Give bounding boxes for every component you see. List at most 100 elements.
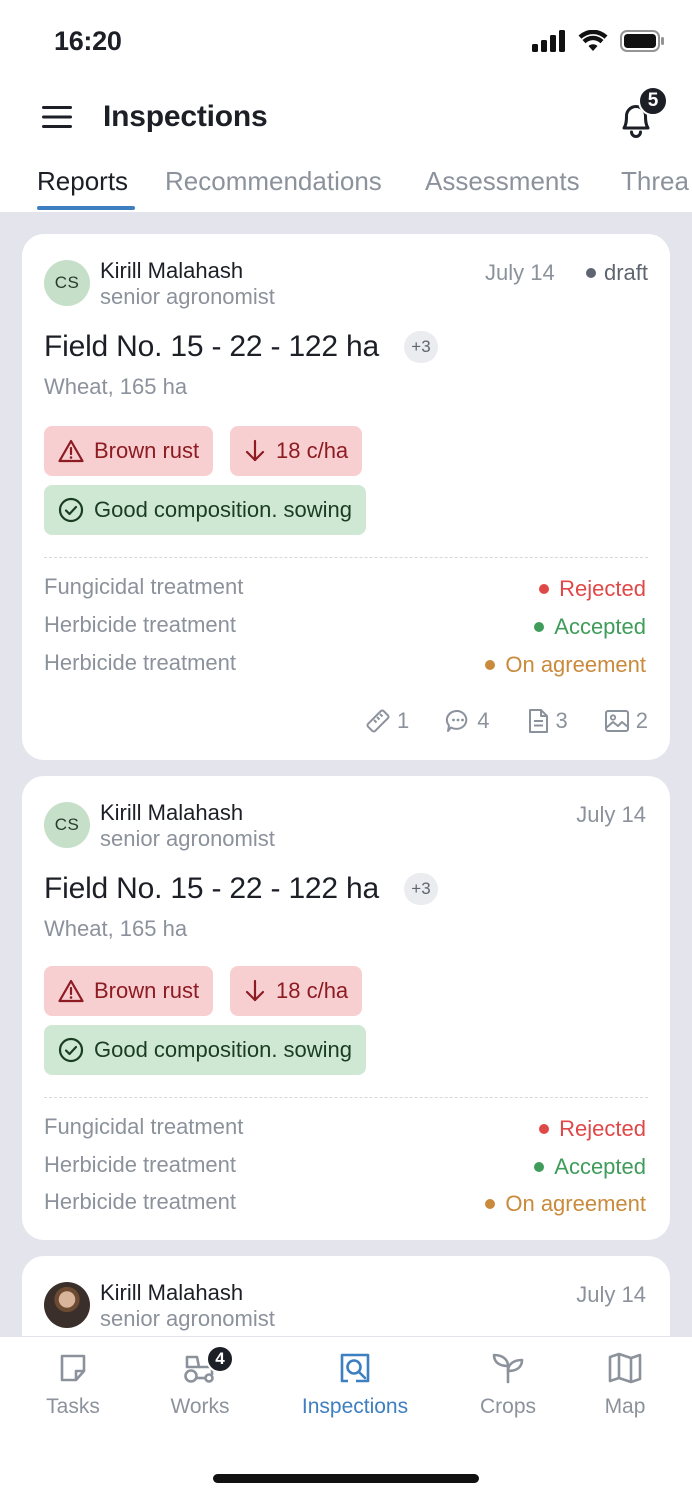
report-card[interactable]: CS Kirill Malahash senior agronomist Jul… xyxy=(22,776,670,1240)
avatar: CS xyxy=(44,802,90,848)
author-role: senior agronomist xyxy=(100,1306,275,1331)
treatment-label: Herbicide treatment xyxy=(44,1189,236,1214)
treatment-status-accepted: Accepted xyxy=(534,1154,646,1180)
tab-threats[interactable]: Threa xyxy=(621,166,689,197)
status-dot xyxy=(485,660,496,670)
documents-count-value: 3 xyxy=(555,708,568,733)
divider xyxy=(44,557,648,558)
works-count-badge: 4 xyxy=(206,1345,234,1373)
nav-inspections[interactable]: Inspections xyxy=(295,1351,415,1419)
check-circle-icon xyxy=(58,497,84,523)
arrow-down-icon xyxy=(245,979,265,1002)
sprout-icon xyxy=(492,1353,524,1384)
comments-count[interactable]: 4 xyxy=(445,708,490,734)
images-count-value: 2 xyxy=(635,708,648,733)
nav-works[interactable]: Works 4 xyxy=(140,1345,260,1419)
hamburger-menu-icon xyxy=(42,106,72,128)
report-card[interactable]: Kirill Malahash senior agronomist July 1… xyxy=(22,1256,670,1336)
reports-feed[interactable]: CS Kirill Malahash senior agronomist Jul… xyxy=(0,212,692,1336)
documents-count[interactable]: 3 xyxy=(526,708,568,734)
app-header: Inspections xyxy=(0,84,692,160)
inspection-search-icon xyxy=(340,1353,370,1383)
wifi-icon xyxy=(578,30,608,51)
nav-label: Crops xyxy=(479,1395,537,1418)
tab-reports[interactable]: Reports xyxy=(37,166,128,197)
avatar: CS xyxy=(44,260,90,306)
status-dot xyxy=(534,1162,545,1172)
report-date: July 14 xyxy=(576,802,646,827)
status-label: On agreement xyxy=(505,1191,646,1216)
measurements-count-value: 1 xyxy=(397,708,410,733)
status-label: Accepted xyxy=(554,614,646,639)
crop-info: Wheat, 165 ha xyxy=(44,374,188,399)
condition-chip: Good composition. sowing xyxy=(44,1025,367,1075)
document-icon xyxy=(528,709,548,733)
nav-label: Tasks xyxy=(46,1395,100,1418)
measurements-count[interactable]: 1 xyxy=(365,708,409,734)
status-dot xyxy=(534,622,545,632)
map-icon xyxy=(608,1352,642,1384)
active-tab-indicator xyxy=(37,206,135,210)
yield-chip: 18 c/ha xyxy=(230,426,363,476)
author-name: Kirill Malahash xyxy=(100,800,244,825)
more-fields-badge[interactable]: +3 xyxy=(404,873,438,905)
status-label: Rejected xyxy=(559,1116,646,1141)
treatment-status-rejected: Rejected xyxy=(539,576,646,602)
battery-icon xyxy=(620,30,664,52)
more-fields-badge[interactable]: +3 xyxy=(404,331,438,363)
home-indicator[interactable] xyxy=(213,1474,479,1483)
status-dot xyxy=(485,1199,496,1209)
warning-triangle-icon xyxy=(58,979,84,1003)
avatar-photo xyxy=(44,1282,90,1328)
field-title: Field No. 15 - 22 - 122 ha xyxy=(44,330,379,363)
treatment-status-on-agreement: On agreement xyxy=(485,652,646,678)
status-bar: 16:20 xyxy=(0,0,692,84)
treatment-status-rejected: Rejected xyxy=(539,1116,646,1142)
author-name: Kirill Malahash xyxy=(100,258,244,283)
yield-label: 18 c/ha xyxy=(276,438,349,463)
nav-tasks[interactable]: Tasks xyxy=(13,1351,133,1419)
condition-label: Good composition. sowing xyxy=(94,497,353,522)
disease-label: Brown rust xyxy=(94,438,200,463)
treatment-label: Herbicide treatment xyxy=(44,612,236,637)
nav-label: Inspections xyxy=(301,1395,409,1418)
menu-button[interactable] xyxy=(40,104,80,134)
status-time: 16:20 xyxy=(54,26,122,56)
cellular-signal-icon xyxy=(532,30,565,52)
warning-triangle-icon xyxy=(58,439,84,463)
field-title: Field No. 15 - 22 - 122 ha xyxy=(44,872,379,905)
status-label: Rejected xyxy=(559,576,646,601)
treatment-status-on-agreement: On agreement xyxy=(485,1191,646,1217)
report-date: July 14 xyxy=(576,1282,646,1307)
bottom-navigation: Tasks Works 4 Inspections Crops Map xyxy=(0,1336,692,1499)
arrow-down-icon xyxy=(245,439,265,462)
nav-label: Works xyxy=(170,1395,230,1418)
notification-count-badge: 5 xyxy=(638,86,668,116)
treatment-label: Herbicide treatment xyxy=(44,650,236,675)
nav-label: Map xyxy=(604,1395,646,1418)
page-title: Inspections xyxy=(103,100,268,133)
status-dot xyxy=(539,584,550,594)
status-icons xyxy=(532,30,664,52)
image-icon xyxy=(604,710,629,732)
tab-assessments[interactable]: Assessments xyxy=(425,166,580,197)
draft-status: draft xyxy=(585,260,648,286)
disease-chip: Brown rust xyxy=(44,966,214,1016)
comments-count-value: 4 xyxy=(477,708,490,733)
disease-label: Brown rust xyxy=(94,978,200,1003)
draft-dot xyxy=(585,268,596,278)
nav-map[interactable]: Map xyxy=(565,1351,685,1419)
treatment-label: Fungicidal treatment xyxy=(44,1114,244,1139)
nav-crops[interactable]: Crops xyxy=(448,1351,568,1419)
disease-chip: Brown rust xyxy=(44,426,214,476)
attachment-counts: 1 4 3 2 xyxy=(365,708,648,734)
author-name: Kirill Malahash xyxy=(100,1280,244,1305)
treatment-label: Herbicide treatment xyxy=(44,1152,236,1177)
report-card[interactable]: CS Kirill Malahash senior agronomist Jul… xyxy=(22,234,670,760)
images-count[interactable]: 2 xyxy=(604,708,648,734)
status-label: On agreement xyxy=(505,652,646,677)
tab-recommendations[interactable]: Recommendations xyxy=(165,166,382,197)
treatment-label: Fungicidal treatment xyxy=(44,574,244,599)
author-role: senior agronomist xyxy=(100,826,275,851)
tasks-icon xyxy=(60,1354,86,1382)
